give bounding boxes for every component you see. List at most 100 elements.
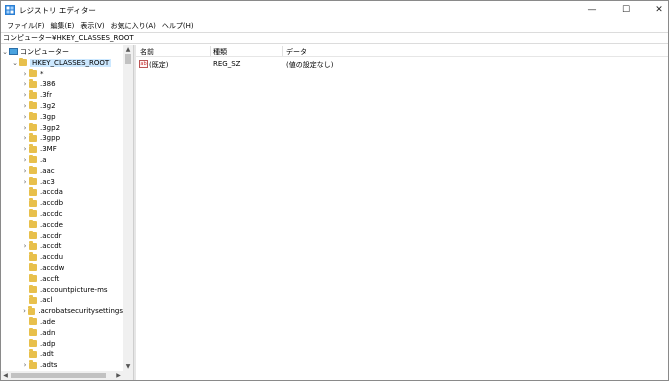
expand-chevron-icon[interactable]: › [21, 242, 29, 250]
column-header-data[interactable]: データ [286, 47, 307, 57]
scroll-down-icon[interactable]: ▼ [123, 362, 133, 371]
tree-item[interactable]: › .a [21, 154, 123, 165]
expand-chevron-icon[interactable]: › [21, 307, 28, 315]
registry-editor-icon [5, 5, 15, 15]
value-type: REG_SZ [213, 60, 241, 68]
menu-view[interactable]: 表示(V) [77, 21, 107, 31]
title-bar[interactable]: レジストリ エディター — ☐ ✕ [1, 1, 668, 19]
tree-item-label: .accdr [40, 231, 62, 240]
scroll-right-icon[interactable]: ▶ [114, 371, 123, 380]
tree-item[interactable]: › .3g2 [21, 100, 123, 111]
collapse-chevron-icon[interactable]: ⌄ [11, 59, 19, 67]
tree-item[interactable]: .ade [21, 316, 123, 327]
tree-item[interactable]: › .3fr [21, 90, 123, 101]
expand-chevron-icon[interactable]: › [21, 102, 29, 110]
tree-item-label: .accda [40, 188, 63, 197]
tree-item[interactable]: › * [21, 68, 123, 79]
tree-item[interactable]: .accdb [21, 198, 123, 209]
tree-item[interactable]: .accdu [21, 252, 123, 263]
tree-item[interactable]: .accft [21, 273, 123, 284]
column-divider[interactable] [282, 46, 283, 56]
folder-icon [29, 338, 37, 347]
expand-chevron-icon[interactable]: › [21, 167, 29, 175]
tree-hive[interactable]: ⌄ HKEY_CLASSES_ROOT [11, 57, 121, 68]
menu-help[interactable]: ヘルプ(H) [159, 21, 197, 31]
tree-item[interactable]: › .aac [21, 165, 123, 176]
expand-chevron-icon[interactable]: › [21, 113, 29, 121]
maximize-button[interactable]: ☐ [609, 1, 643, 19]
tree-item[interactable]: .accdw [21, 262, 123, 273]
tree-item[interactable]: .adp [21, 338, 123, 349]
tree-item[interactable]: › .3gpp [21, 133, 123, 144]
expand-chevron-icon[interactable]: › [21, 145, 29, 153]
folder-open-icon [19, 57, 27, 66]
expand-chevron-icon[interactable]: › [21, 134, 29, 142]
column-header-name[interactable]: 名前 [140, 47, 154, 57]
tree-item-label: .adts [40, 361, 58, 370]
tree-item-label: * [40, 69, 44, 78]
folder-icon [29, 327, 37, 337]
tree-item[interactable]: .adt [21, 349, 123, 360]
folder-icon [28, 306, 36, 315]
tree-item[interactable]: › .3gp [21, 111, 123, 122]
tree-vertical-scrollbar[interactable]: ▲ ▼ [123, 45, 133, 371]
tree-root[interactable]: ⌄ コンピューター [1, 46, 123, 57]
folder-icon [29, 198, 37, 207]
value-data: (値の設定なし) [286, 61, 334, 69]
tree-item[interactable]: .accdr [21, 230, 123, 241]
folder-icon [29, 252, 37, 261]
expand-chevron-icon[interactable]: › [21, 156, 29, 164]
tree-item-label: .3fr [40, 91, 53, 100]
menu-favorites[interactable]: お気に入り(A) [108, 21, 159, 31]
expand-chevron-icon[interactable]: › [21, 91, 29, 99]
minimize-icon: — [587, 5, 597, 15]
folder-icon [29, 111, 37, 121]
address-bar[interactable]: コンピューター¥HKEY_CLASSES_ROOT [1, 32, 668, 44]
tree-item[interactable]: .acl [21, 295, 123, 306]
tree-item[interactable]: .accda [21, 187, 123, 198]
tree-item[interactable]: › .3gp2 [21, 122, 123, 133]
collapse-chevron-icon[interactable]: ⌄ [1, 48, 9, 56]
tree-item-label: .aac [40, 166, 55, 175]
tree-item-label: .3g2 [40, 101, 56, 110]
folder-icon [29, 90, 37, 99]
expand-chevron-icon[interactable]: › [21, 361, 29, 369]
scroll-thumb-horizontal[interactable] [11, 373, 106, 378]
tree-item[interactable]: .accdc [21, 208, 123, 219]
tree-horizontal-scrollbar[interactable]: ◀ ▶ [1, 371, 123, 380]
tree-item[interactable]: .accde [21, 219, 123, 230]
tree-item-label: .a [40, 155, 47, 164]
tree-item[interactable]: › .adts [21, 360, 123, 371]
folder-icon [29, 360, 37, 369]
expand-chevron-icon[interactable]: › [21, 80, 29, 88]
tree-item[interactable]: .accountpicture-ms [21, 284, 123, 295]
tree-item[interactable]: › .acrobatsecuritysettings [21, 306, 123, 317]
folder-icon [29, 241, 37, 250]
value-row[interactable]: ab (既定) REG_SZ (値の設定なし) [136, 59, 668, 70]
tree-item[interactable]: › .accdt [21, 241, 123, 252]
tree-item[interactable]: › .386 [21, 79, 123, 90]
column-divider[interactable] [210, 46, 211, 56]
tree-item-label: .ac3 [40, 177, 55, 186]
menu-file[interactable]: ファイル(F) [4, 21, 48, 31]
tree-item[interactable]: .adn [21, 327, 123, 338]
expand-chevron-icon[interactable]: › [21, 124, 29, 132]
folder-icon [29, 144, 37, 153]
expand-chevron-icon[interactable]: › [21, 178, 29, 186]
scroll-up-icon[interactable]: ▲ [123, 45, 133, 54]
scroll-left-icon[interactable]: ◀ [1, 371, 10, 380]
tree-item-label: .386 [40, 80, 56, 89]
folder-icon [29, 284, 37, 293]
menu-edit[interactable]: 編集(E) [48, 21, 78, 31]
close-button[interactable]: ✕ [642, 1, 668, 19]
window-title: レジストリ エディター [19, 6, 96, 15]
minimize-button[interactable]: — [575, 1, 609, 19]
tree-item-label: .adn [40, 328, 56, 337]
scroll-thumb[interactable] [125, 54, 131, 64]
expand-chevron-icon[interactable]: › [21, 70, 29, 78]
folder-icon [29, 262, 37, 272]
tree-item[interactable]: › .ac3 [21, 176, 123, 187]
tree-item[interactable]: › .3MF [21, 144, 123, 155]
folder-icon [29, 230, 37, 239]
column-header-type[interactable]: 種類 [213, 47, 227, 57]
